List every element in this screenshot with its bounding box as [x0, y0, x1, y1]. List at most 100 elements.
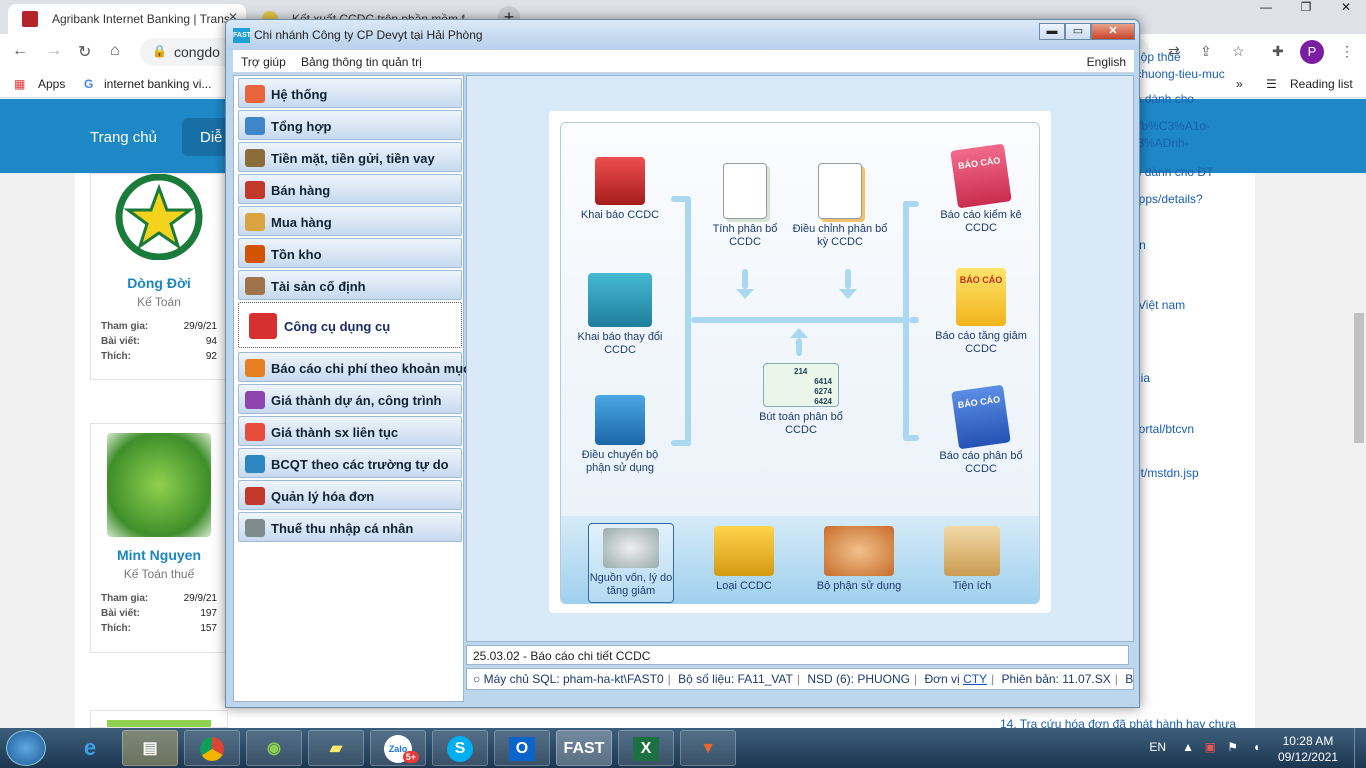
- module-icon: [249, 313, 277, 339]
- workflow-panel: Khai báo CCDC Tính phân bổ CCDC Điều chỉ…: [549, 111, 1051, 613]
- show-desktop-button[interactable]: [1354, 728, 1366, 768]
- flow-pipe: [903, 435, 919, 441]
- apps-grid-icon[interactable]: ▦: [14, 77, 25, 91]
- reading-list-icon[interactable]: ☰: [1266, 77, 1277, 91]
- module-item[interactable]: Công cụ dụng cụ: [238, 302, 462, 348]
- profile-avatar[interactable]: P: [1300, 40, 1324, 64]
- node-but-toan-phan-bo[interactable]: 214 6414 6274 6424 Bút toán phân bổ CCDC: [751, 363, 851, 437]
- maximize-icon[interactable]: ▭: [1065, 23, 1091, 40]
- flag-icon[interactable]: ⚑: [1227, 740, 1238, 754]
- flow-pipe: [903, 201, 909, 441]
- tab-agribank[interactable]: Agribank Internet Banking | Trans ✕: [8, 4, 246, 34]
- close-icon[interactable]: ✕: [1326, 0, 1366, 20]
- node-dieu-chinh[interactable]: Điều chỉnh phân bổ kỳ CCDC: [791, 163, 889, 249]
- language-indicator[interactable]: EN: [1149, 740, 1166, 754]
- home-icon[interactable]: ⌂: [110, 42, 120, 60]
- outlook-icon[interactable]: O: [494, 730, 550, 766]
- user-name[interactable]: Dòng Đời: [91, 275, 227, 291]
- module-label: Công cụ dụng cụ: [284, 319, 391, 334]
- nav-forum[interactable]: Diễ: [200, 129, 223, 146]
- nav-home[interactable]: Trang chủ: [90, 129, 157, 146]
- node-khai-bao-thay-doi[interactable]: Khai báo thay đổi CCDC: [571, 273, 669, 357]
- file-explorer-icon[interactable]: ▤: [122, 730, 178, 766]
- more-menu-icon[interactable]: ⋮: [1340, 43, 1354, 60]
- star-icon[interactable]: ☆: [1232, 43, 1245, 60]
- module-item[interactable]: Mua hàng: [238, 206, 462, 236]
- module-icon: [245, 245, 265, 263]
- catalog-tien-ich[interactable]: Tiện ích: [929, 526, 1015, 593]
- bookmarks-more[interactable]: »: [1236, 77, 1243, 91]
- node-bao-cao-phan-bo[interactable]: BÁO CÁO Báo cáo phân bổ CCDC: [931, 384, 1031, 476]
- back-arrow-icon[interactable]: ←: [12, 42, 28, 60]
- flow-pipe: [742, 269, 748, 289]
- module-label: Giá thành dự án, công trình: [271, 393, 442, 408]
- catalog-bo-phan[interactable]: Bộ phận sử dụng: [809, 526, 909, 593]
- module-item[interactable]: Giá thành dự án, công trình: [238, 384, 462, 414]
- fox-app-icon[interactable]: ▼: [680, 730, 736, 766]
- cococ-icon[interactable]: ◉: [246, 730, 302, 766]
- start-button[interactable]: [6, 730, 46, 766]
- restore-icon[interactable]: ❐: [1286, 0, 1326, 20]
- fast-titlebar[interactable]: FAST Chi nhánh Công ty CP Devyt tại Hải …: [226, 20, 1139, 50]
- status-radio-icon[interactable]: ○: [473, 672, 480, 686]
- fast-logo-icon: FAST: [233, 28, 251, 43]
- bookmark-internet-banking[interactable]: internet banking vi...: [104, 77, 211, 91]
- module-item[interactable]: Tổng hợp: [238, 110, 462, 140]
- zalo-icon[interactable]: Zalo 5+: [370, 730, 426, 766]
- module-item[interactable]: Giá thành sx liên tục: [238, 416, 462, 446]
- module-icon: [245, 519, 265, 537]
- volume-icon[interactable]: ◖: [1253, 740, 1260, 754]
- chrome-icon[interactable]: [184, 730, 240, 766]
- module-item[interactable]: Tài sản cố định: [238, 270, 462, 300]
- page-scrollbar[interactable]: [1352, 173, 1366, 730]
- module-item[interactable]: BCQT theo các trường tự do: [238, 448, 462, 478]
- forward-arrow-icon[interactable]: →: [46, 42, 62, 60]
- ie-icon[interactable]: e: [62, 730, 118, 766]
- scrollbar-thumb[interactable]: [1354, 313, 1364, 443]
- excel-icon[interactable]: X: [618, 730, 674, 766]
- fast-app-button[interactable]: FAST: [556, 730, 612, 766]
- skype-icon[interactable]: S: [432, 730, 488, 766]
- module-item[interactable]: Quản lý hóa đơn: [238, 480, 462, 510]
- tray-arrow-icon[interactable]: ▲: [1182, 740, 1194, 754]
- node-tinh-phan-bo[interactable]: Tính phân bổ CCDC: [701, 163, 789, 249]
- module-item[interactable]: Bán hàng: [238, 174, 462, 204]
- menu-dashboard[interactable]: Bảng thông tin quản trị: [301, 55, 422, 69]
- status-unit-link[interactable]: CTY: [963, 672, 987, 686]
- module-item[interactable]: Báo cáo chi phí theo khoản mục: [238, 352, 470, 382]
- menu-language[interactable]: English: [1087, 55, 1126, 69]
- arrow-up-icon: [790, 328, 808, 338]
- node-bao-cao-tang-giam[interactable]: BÁO CÁO Báo cáo tăng giảm CCDC: [931, 268, 1031, 356]
- network-icon[interactable]: ▣: [1205, 740, 1216, 754]
- catalog-nguon-von[interactable]: Nguồn vốn, lý do tăng giảm: [588, 523, 674, 603]
- menu-help[interactable]: Trợ giúp: [241, 55, 286, 69]
- module-label: Tài sản cố định: [271, 279, 366, 294]
- clock-date: 09/12/2021: [1277, 750, 1338, 764]
- node-dieu-chuyen[interactable]: Điều chuyển bộ phận sử dụng: [571, 395, 669, 475]
- module-item[interactable]: Tồn kho: [238, 238, 462, 268]
- module-item[interactable]: Hệ thống: [238, 78, 462, 108]
- status-report-line: 25.03.02 - Báo cáo chi tiết CCDC: [466, 645, 1129, 665]
- status-dataset: Bộ số liệu: FA11_VAT: [678, 672, 793, 686]
- reload-icon[interactable]: ↻: [78, 42, 91, 62]
- coins-icon: [603, 528, 659, 568]
- sticky-notes-icon[interactable]: ▰: [308, 730, 364, 766]
- user-name[interactable]: Mint Nguyen: [91, 547, 227, 563]
- clock[interactable]: 10:28 AM 09/12/2021: [1278, 733, 1338, 765]
- module-label: Bán hàng: [271, 183, 331, 198]
- minimize-icon[interactable]: ▬: [1039, 23, 1065, 40]
- module-item[interactable]: Thuế thu nhập cá nhân: [238, 512, 462, 542]
- reading-list[interactable]: Reading list: [1290, 77, 1353, 91]
- minimize-icon[interactable]: —: [1246, 0, 1286, 20]
- bookmark-apps[interactable]: Apps: [38, 77, 65, 91]
- catalog-loai-ccdc[interactable]: Loại CCDC: [701, 526, 787, 593]
- user-role: Kế Toán: [137, 295, 181, 309]
- user-avatar-plant: [107, 433, 211, 537]
- node-bao-cao-kiem-ke[interactable]: BÁO CÁO Báo cáo kiểm kê CCDC: [931, 143, 1031, 235]
- ccdc-workflow-area: Khai báo CCDC Tính phân bổ CCDC Điều chỉ…: [466, 75, 1134, 642]
- fast-window-title: Chi nhánh Công ty CP Devyt tại Hải Phòng: [254, 28, 483, 42]
- extensions-icon[interactable]: ✚: [1272, 43, 1284, 60]
- module-item[interactable]: Tiền mặt, tiền gửi, tiền vay: [238, 142, 462, 172]
- close-icon[interactable]: ✕: [1091, 23, 1135, 40]
- node-khai-bao-ccdc[interactable]: Khai báo CCDC: [571, 157, 669, 222]
